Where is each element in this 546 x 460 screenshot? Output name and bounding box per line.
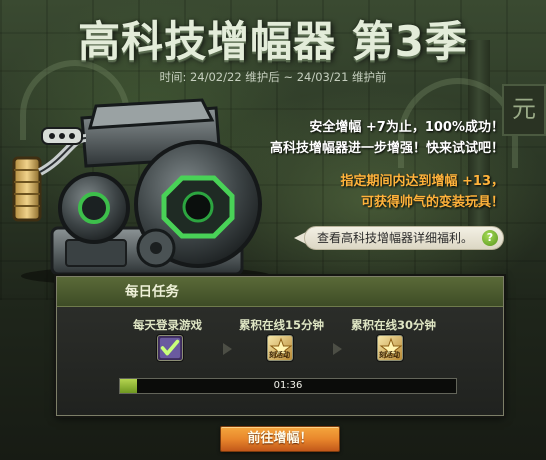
- promo-line: 高科技增幅器进一步增强！快来试试吧！: [269, 141, 504, 156]
- daily-tasks-title: 每日任务: [57, 277, 503, 307]
- online-time-progress: 01:36: [119, 378, 457, 394]
- event-period: 时间: 24/02/22 维护后 ~ 24/03/21 维护前: [159, 70, 387, 84]
- help-icon[interactable]: ?: [482, 230, 498, 246]
- arrow-right-icon: [333, 343, 342, 355]
- promo-line: 指定期间内达到增幅 +13，: [340, 174, 504, 189]
- task-label-login: 每天登录游戏: [133, 318, 202, 332]
- promo-safe-text: 安全增幅 +7为止，100%成功！ 高科技增幅器进一步增强！快来试试吧！: [270, 117, 504, 159]
- promo-line: 安全增幅 +7为止，100%成功！: [309, 120, 504, 135]
- arrow-right-icon: [223, 343, 232, 355]
- reward-box-icon[interactable]: 刻活动: [267, 335, 293, 361]
- detail-benefits-label: 查看高科技增幅器详细福利。: [317, 231, 474, 245]
- daily-tasks-panel: 每日任务 每天登录游戏 累积在线15分钟 累积在线30分钟 刻活动 刻活动 01…: [56, 276, 504, 416]
- task-label-30min: 累积在线30分钟: [351, 318, 437, 332]
- background-sign: 元: [502, 84, 546, 136]
- detail-benefits-link[interactable]: 查看高科技增幅器详细福利。 ?: [304, 226, 504, 250]
- reward-box-text: 刻活动: [269, 351, 290, 359]
- checkmark-icon[interactable]: [157, 335, 183, 361]
- promo-reward-text: 指定期间内达到增幅 +13， 可获得帅气的变装玩具！: [340, 171, 504, 213]
- event-title: 高科技增幅器 第3季: [78, 17, 468, 66]
- promo-line: 可获得帅气的变装玩具！: [360, 195, 504, 210]
- online-time-readout: 01:36: [273, 380, 303, 391]
- reward-box-icon[interactable]: 刻活动: [377, 335, 403, 361]
- amplifier-machine-illustration: [12, 98, 271, 286]
- reward-box-text: 刻活动: [379, 351, 400, 359]
- go-amplify-button[interactable]: 前往增幅！: [220, 426, 340, 452]
- event-banner: 元 高科技增幅器 第3季 时间: 24/02/22 维护后 ~ 24/03/21…: [0, 0, 546, 460]
- task-label-15min: 累积在线15分钟: [239, 318, 325, 332]
